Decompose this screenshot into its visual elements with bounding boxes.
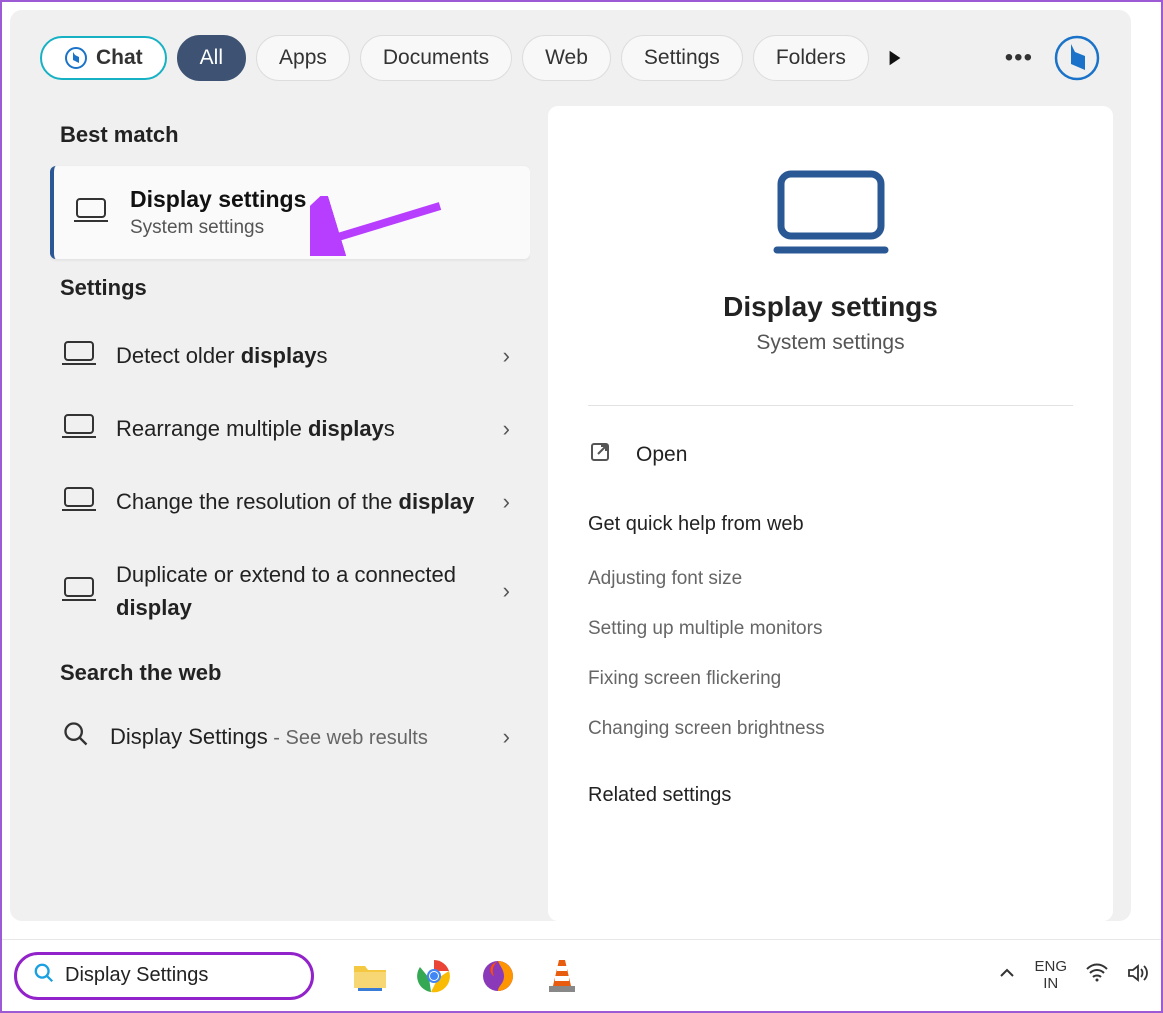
firefox-icon[interactable] bbox=[478, 956, 518, 996]
settings-item-change-resolution[interactable]: Change the resolution of the display › bbox=[50, 465, 530, 538]
chevron-right-icon: › bbox=[503, 343, 510, 369]
detail-title: Display settings bbox=[588, 291, 1073, 323]
chevron-right-icon: › bbox=[503, 416, 510, 442]
tabs-row: Chat All Apps Documents Web Settings Fol… bbox=[10, 10, 1131, 106]
quick-help-heading: Get quick help from web bbox=[588, 513, 1073, 536]
chevron-right-icon: › bbox=[503, 724, 510, 750]
results-left-column: Best match Display settings System setti… bbox=[50, 106, 530, 921]
detail-subtitle: System settings bbox=[588, 331, 1073, 355]
chevron-right-icon: › bbox=[503, 489, 510, 515]
settings-item-label: Rearrange multiple displays bbox=[116, 412, 483, 445]
help-link-font-size[interactable]: Adjusting font size bbox=[588, 554, 1073, 604]
detail-hero: Display settings System settings bbox=[588, 136, 1073, 375]
open-external-icon bbox=[588, 440, 612, 469]
tray-chevron-up-icon[interactable] bbox=[998, 964, 1016, 987]
tab-apps[interactable]: Apps bbox=[256, 35, 350, 81]
wifi-icon[interactable] bbox=[1085, 963, 1109, 988]
display-large-icon bbox=[771, 273, 891, 290]
taskbar: ENG IN bbox=[2, 939, 1161, 1011]
settings-item-duplicate-extend[interactable]: Duplicate or extend to a connected displ… bbox=[50, 538, 530, 644]
chrome-icon[interactable] bbox=[414, 956, 454, 996]
best-match-subtitle: System settings bbox=[130, 217, 306, 239]
windows-search-panel: Chat All Apps Documents Web Settings Fol… bbox=[10, 10, 1131, 921]
tab-settings[interactable]: Settings bbox=[621, 35, 743, 81]
search-icon bbox=[33, 962, 55, 989]
open-action[interactable]: Open bbox=[588, 426, 1073, 483]
web-result-label: Display Settings - See web results bbox=[110, 724, 483, 750]
chevron-right-icon: › bbox=[503, 578, 510, 604]
bing-logo-icon[interactable] bbox=[1053, 34, 1101, 82]
tab-all[interactable]: All bbox=[177, 35, 246, 81]
best-match-heading: Best match bbox=[50, 106, 530, 166]
language-indicator[interactable]: ENG IN bbox=[1034, 959, 1067, 992]
tab-web[interactable]: Web bbox=[522, 35, 611, 81]
chat-tab[interactable]: Chat bbox=[40, 36, 167, 80]
volume-icon[interactable] bbox=[1127, 963, 1149, 988]
help-link-multiple-monitors[interactable]: Setting up multiple monitors bbox=[588, 604, 1073, 654]
settings-item-rearrange-displays[interactable]: Rearrange multiple displays › bbox=[50, 392, 530, 465]
display-icon bbox=[62, 575, 96, 608]
display-icon bbox=[62, 485, 96, 518]
best-match-result[interactable]: Display settings System settings bbox=[50, 166, 530, 259]
file-explorer-icon[interactable] bbox=[350, 956, 390, 996]
settings-item-label: Change the resolution of the display bbox=[116, 485, 483, 518]
settings-item-label: Detect older displays bbox=[116, 339, 483, 372]
taskbar-search-input[interactable] bbox=[65, 964, 295, 987]
taskbar-search-box[interactable] bbox=[14, 952, 314, 1000]
display-icon bbox=[62, 339, 96, 372]
settings-item-detect-older-displays[interactable]: Detect older displays › bbox=[50, 319, 530, 392]
bing-chat-icon bbox=[64, 46, 88, 70]
overflow-menu-icon[interactable]: ••• bbox=[995, 44, 1043, 72]
help-link-screen-flickering[interactable]: Fixing screen flickering bbox=[588, 654, 1073, 704]
best-match-title: Display settings bbox=[130, 186, 306, 213]
system-tray: ENG IN bbox=[998, 959, 1149, 992]
display-icon bbox=[62, 412, 96, 445]
divider bbox=[588, 405, 1073, 406]
search-icon bbox=[62, 720, 90, 753]
display-icon bbox=[74, 196, 108, 229]
tabs-more-arrow-icon[interactable] bbox=[879, 49, 911, 67]
settings-heading: Settings bbox=[50, 259, 530, 319]
tab-documents[interactable]: Documents bbox=[360, 35, 512, 81]
help-link-screen-brightness[interactable]: Changing screen brightness bbox=[588, 704, 1073, 754]
taskbar-pinned-apps bbox=[350, 956, 582, 996]
web-result-item[interactable]: Display Settings - See web results › bbox=[50, 704, 530, 769]
settings-item-label: Duplicate or extend to a connected displ… bbox=[116, 558, 483, 624]
open-label: Open bbox=[636, 443, 687, 467]
related-settings-heading: Related settings bbox=[588, 784, 1073, 807]
search-web-heading: Search the web bbox=[50, 644, 530, 704]
results-container: Best match Display settings System setti… bbox=[10, 106, 1131, 921]
vlc-icon[interactable] bbox=[542, 956, 582, 996]
detail-pane: Display settings System settings Open Ge… bbox=[548, 106, 1113, 921]
tab-folders[interactable]: Folders bbox=[753, 35, 869, 81]
chat-tab-label: Chat bbox=[96, 46, 143, 70]
